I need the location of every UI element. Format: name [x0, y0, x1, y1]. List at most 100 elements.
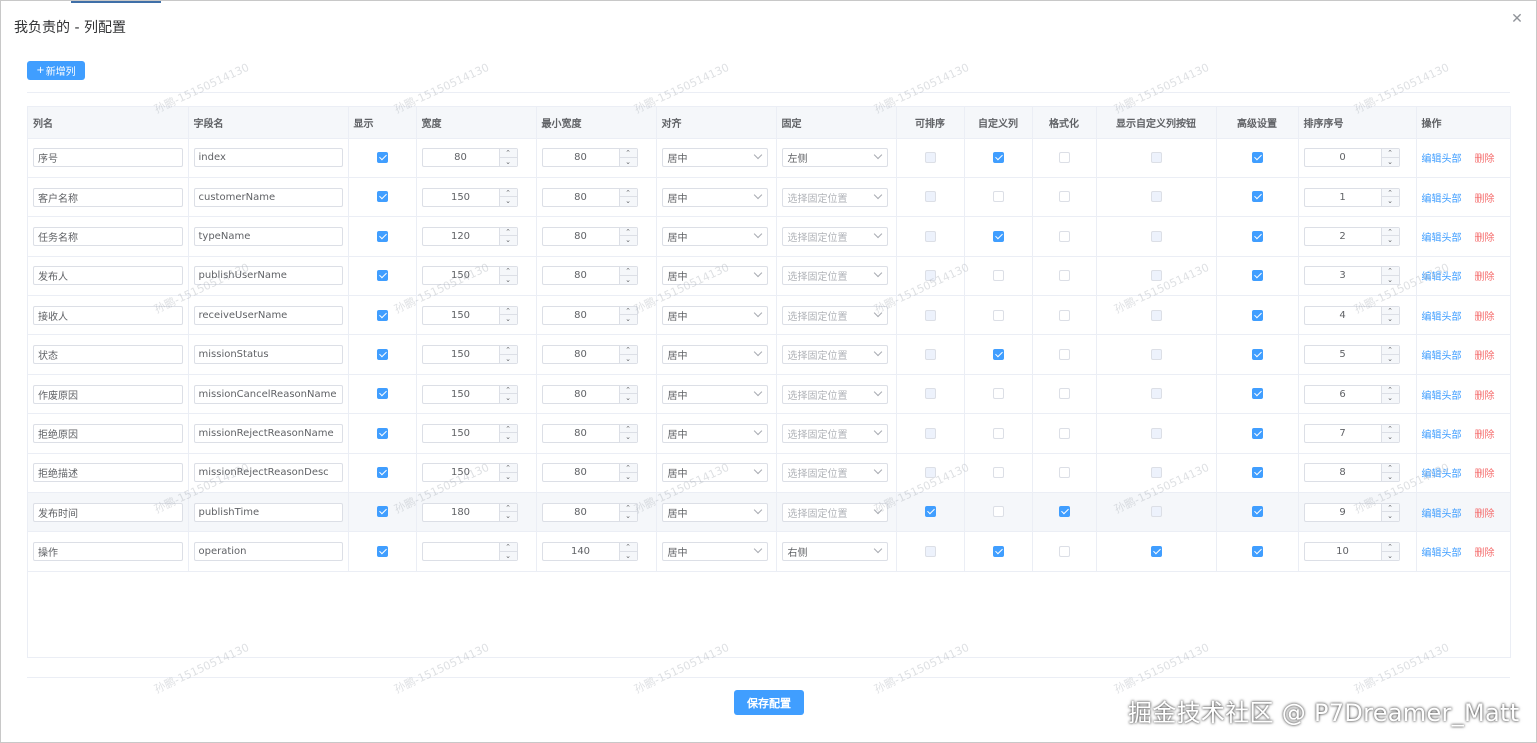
order-number-input[interactable]: 2 ⌃ ⌄ — [1303, 226, 1400, 246]
increase-icon[interactable]: ⌃ — [499, 464, 517, 473]
field-name-input[interactable]: missionRejectReasonDesc — [193, 463, 343, 483]
increase-icon[interactable]: ⌃ — [619, 386, 637, 395]
increase-icon[interactable]: ⌃ — [619, 149, 637, 158]
increase-icon[interactable]: ⌃ — [619, 228, 637, 237]
custom-column-checkbox[interactable] — [992, 467, 1004, 479]
decrease-icon[interactable]: ⌄ — [1382, 512, 1399, 521]
format-checkbox[interactable] — [1058, 151, 1070, 163]
align-select[interactable]: 居中 — [661, 542, 768, 562]
width-number-input[interactable]: 150 ⌃ ⌄ — [421, 266, 518, 286]
edit-header-link[interactable]: 编辑头部 — [1422, 391, 1462, 402]
field-name-input[interactable]: operation — [193, 542, 343, 562]
show-custom-button-checkbox[interactable] — [1150, 151, 1162, 163]
edit-header-link[interactable]: 编辑头部 — [1422, 548, 1462, 559]
increase-icon[interactable]: ⌃ — [1381, 149, 1399, 158]
column-label-input[interactable]: 发布人 — [33, 266, 183, 286]
decrease-icon[interactable]: ⌄ — [500, 552, 517, 561]
align-select[interactable]: 居中 — [661, 148, 768, 168]
advanced-settings-checkbox[interactable] — [1251, 506, 1263, 518]
decrease-icon[interactable]: ⌄ — [500, 473, 517, 482]
edit-header-link[interactable]: 编辑头部 — [1422, 272, 1462, 283]
decrease-icon[interactable]: ⌄ — [620, 433, 637, 442]
fixed-select[interactable]: 选择固定位置 — [781, 502, 888, 522]
increase-icon[interactable]: ⌃ — [1381, 464, 1399, 473]
show-checkbox[interactable] — [376, 348, 388, 360]
align-select[interactable]: 居中 — [661, 266, 768, 286]
format-checkbox[interactable] — [1058, 230, 1070, 242]
order-number-input[interactable]: 9 ⌃ ⌄ — [1303, 502, 1400, 522]
column-label-input[interactable]: 客户名称 — [33, 187, 183, 207]
increase-icon[interactable]: ⌃ — [499, 346, 517, 355]
increase-icon[interactable]: ⌃ — [499, 504, 517, 513]
width-number-input[interactable]: 120 ⌃ ⌄ — [421, 226, 518, 246]
format-checkbox[interactable] — [1058, 309, 1070, 321]
align-select[interactable]: 居中 — [661, 226, 768, 246]
sortable-checkbox[interactable] — [924, 467, 936, 479]
fixed-select[interactable]: 选择固定位置 — [781, 384, 888, 404]
custom-column-checkbox[interactable] — [992, 309, 1004, 321]
advanced-settings-checkbox[interactable] — [1251, 427, 1263, 439]
fixed-select[interactable]: 选择固定位置 — [781, 266, 888, 286]
sortable-checkbox[interactable] — [924, 427, 936, 439]
increase-icon[interactable]: ⌃ — [499, 307, 517, 316]
increase-icon[interactable]: ⌃ — [499, 386, 517, 395]
fixed-select[interactable]: 右侧 — [781, 542, 888, 562]
min-width-number-input[interactable]: 80 ⌃ ⌄ — [541, 305, 638, 325]
fixed-select[interactable]: 选择固定位置 — [781, 305, 888, 325]
decrease-icon[interactable]: ⌄ — [1382, 355, 1399, 364]
align-select[interactable]: 居中 — [661, 345, 768, 365]
decrease-icon[interactable]: ⌄ — [500, 197, 517, 206]
order-number-input[interactable]: 4 ⌃ ⌄ — [1303, 305, 1400, 325]
order-number-input[interactable]: 7 ⌃ ⌄ — [1303, 423, 1400, 443]
decrease-icon[interactable]: ⌄ — [620, 276, 637, 285]
decrease-icon[interactable]: ⌄ — [620, 197, 637, 206]
delete-link[interactable]: 删除 — [1475, 351, 1495, 362]
width-number-input[interactable]: ⌃ ⌄ — [421, 542, 518, 562]
increase-icon[interactable]: ⌃ — [619, 464, 637, 473]
min-width-number-input[interactable]: 80 ⌃ ⌄ — [541, 423, 638, 443]
order-number-input[interactable]: 5 ⌃ ⌄ — [1303, 345, 1400, 365]
show-custom-button-checkbox[interactable] — [1150, 348, 1162, 360]
field-name-input[interactable]: customerName — [193, 187, 343, 207]
show-checkbox[interactable] — [376, 191, 388, 203]
width-number-input[interactable]: 150 ⌃ ⌄ — [421, 187, 518, 207]
decrease-icon[interactable]: ⌄ — [500, 394, 517, 403]
column-label-input[interactable]: 发布时间 — [33, 502, 183, 522]
show-custom-button-checkbox[interactable] — [1150, 309, 1162, 321]
min-width-number-input[interactable]: 80 ⌃ ⌄ — [541, 345, 638, 365]
column-label-input[interactable]: 接收人 — [33, 305, 183, 325]
decrease-icon[interactable]: ⌄ — [500, 158, 517, 167]
width-number-input[interactable]: 150 ⌃ ⌄ — [421, 384, 518, 404]
edit-header-link[interactable]: 编辑头部 — [1422, 469, 1462, 480]
increase-icon[interactable]: ⌃ — [499, 149, 517, 158]
increase-icon[interactable]: ⌃ — [619, 189, 637, 198]
decrease-icon[interactable]: ⌄ — [620, 552, 637, 561]
increase-icon[interactable]: ⌃ — [1381, 346, 1399, 355]
delete-link[interactable]: 删除 — [1475, 312, 1495, 323]
decrease-icon[interactable]: ⌄ — [1382, 552, 1399, 561]
delete-link[interactable]: 删除 — [1475, 391, 1495, 402]
decrease-icon[interactable]: ⌄ — [500, 512, 517, 521]
field-name-input[interactable]: publishUserName — [193, 266, 343, 286]
advanced-settings-checkbox[interactable] — [1251, 151, 1263, 163]
min-width-number-input[interactable]: 80 ⌃ ⌄ — [541, 266, 638, 286]
decrease-icon[interactable]: ⌄ — [620, 355, 637, 364]
show-checkbox[interactable] — [376, 388, 388, 400]
increase-icon[interactable]: ⌃ — [1381, 228, 1399, 237]
format-checkbox[interactable] — [1058, 467, 1070, 479]
min-width-number-input[interactable]: 80 ⌃ ⌄ — [541, 463, 638, 483]
show-checkbox[interactable] — [376, 270, 388, 282]
advanced-settings-checkbox[interactable] — [1251, 348, 1263, 360]
order-number-input[interactable]: 6 ⌃ ⌄ — [1303, 384, 1400, 404]
sortable-checkbox[interactable] — [924, 388, 936, 400]
delete-link[interactable]: 删除 — [1475, 509, 1495, 520]
format-checkbox[interactable] — [1058, 270, 1070, 282]
decrease-icon[interactable]: ⌄ — [1382, 473, 1399, 482]
increase-icon[interactable]: ⌃ — [499, 267, 517, 276]
field-name-input[interactable]: missionCancelReasonName — [193, 384, 343, 404]
decrease-icon[interactable]: ⌄ — [500, 433, 517, 442]
advanced-settings-checkbox[interactable] — [1251, 270, 1263, 282]
increase-icon[interactable]: ⌃ — [1381, 504, 1399, 513]
increase-icon[interactable]: ⌃ — [619, 346, 637, 355]
decrease-icon[interactable]: ⌄ — [620, 236, 637, 245]
